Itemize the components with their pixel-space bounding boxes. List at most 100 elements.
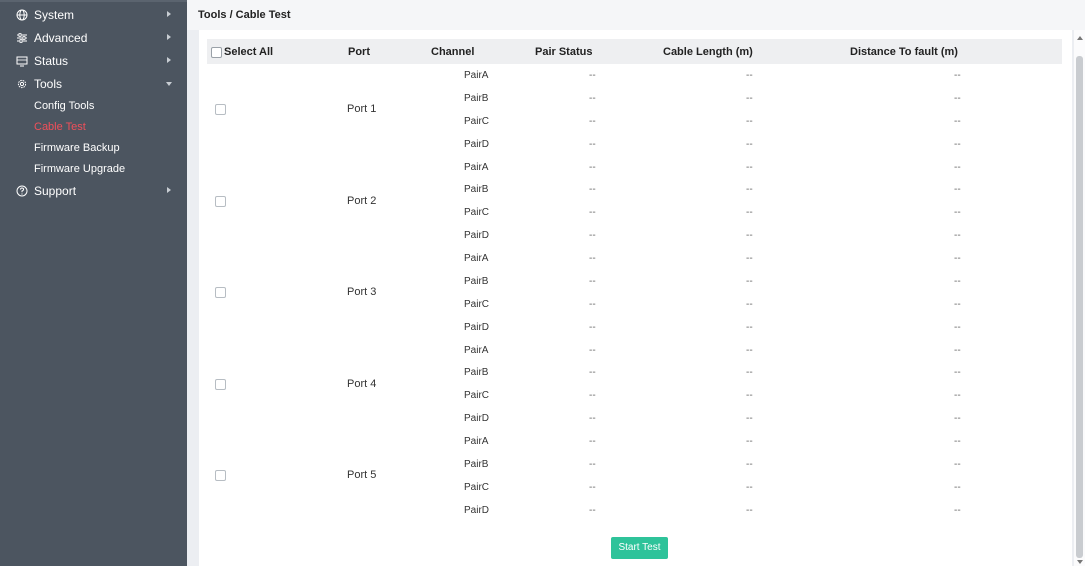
cable-length-cell: --	[746, 436, 753, 447]
scroll-up-arrow-icon[interactable]	[1077, 36, 1083, 40]
distance-to-fault-cell: --	[954, 504, 961, 516]
cable-length-cell: --	[746, 115, 753, 127]
table-body: Port 1 PairA -- -- -- PairB -- -- -- PairC -- -- -- P…	[207, 64, 1062, 522]
table-row: PairD -- -- --	[207, 133, 1062, 156]
distance-to-fault-cell: --	[954, 230, 961, 242]
distance-to-fault-cell: --	[954, 115, 961, 127]
pair-status-cell: --	[589, 207, 596, 219]
table-header: Select All Port Channel Pair Status Cabl…	[207, 39, 1062, 64]
channel-cell: PairB	[464, 275, 489, 287]
cable-length-cell: --	[746, 321, 753, 333]
port-group: Port 5 PairA -- -- -- PairB -- -- -- PairC -- -- -- P…	[207, 430, 1062, 522]
header-port: Port	[348, 46, 370, 58]
pair-status-cell: --	[589, 184, 596, 196]
sidebar-item-label: Support	[34, 183, 77, 198]
table-row: PairB -- -- --	[207, 178, 1062, 201]
channel-cell: PairA	[464, 253, 489, 264]
distance-to-fault-cell: --	[954, 161, 961, 173]
channel-cell: PairD	[464, 321, 490, 333]
table-row: PairD -- -- --	[207, 316, 1062, 339]
distance-to-fault-cell: --	[954, 458, 961, 470]
distance-to-fault-cell: --	[954, 70, 961, 81]
distance-to-fault-cell: --	[954, 390, 961, 402]
port-group: Port 3 PairA -- -- -- PairB -- -- -- PairC -- -- -- P…	[207, 247, 1062, 339]
port-group: Port 2 PairA -- -- -- PairB -- -- -- PairC -- -- -- P…	[207, 156, 1062, 248]
distance-to-fault-cell: --	[954, 184, 961, 196]
vertical-scrollbar[interactable]	[1074, 30, 1085, 566]
header-channel: Channel	[431, 46, 475, 58]
pair-status-cell: --	[589, 253, 596, 264]
pair-status-cell: --	[589, 298, 596, 310]
sidebar-subitem-firmware-backup[interactable]: Firmware Backup	[0, 137, 187, 158]
pair-status-cell: --	[589, 458, 596, 470]
channel-cell: PairC	[464, 115, 490, 127]
sidebar-item-advanced[interactable]: Advanced	[0, 26, 187, 49]
channel-cell: PairB	[464, 184, 489, 196]
start-test-button[interactable]: Start Test	[611, 537, 668, 559]
chevron-down-icon	[166, 82, 172, 86]
cable-length-cell: --	[746, 138, 753, 150]
chevron-right-icon	[167, 11, 171, 17]
breadcrumb: Tools / Cable Test	[187, 0, 1085, 30]
channel-cell: PairA	[464, 161, 489, 173]
pair-status-cell: --	[589, 275, 596, 287]
table-row: PairB -- -- --	[207, 361, 1062, 384]
sidebar-subitem-firmware-upgrade[interactable]: Firmware Upgrade	[0, 158, 187, 179]
distance-to-fault-cell: --	[954, 298, 961, 310]
pair-status-cell: --	[589, 481, 596, 493]
sidebar-item-system[interactable]: System	[0, 3, 187, 26]
sidebar-item-label: System	[34, 7, 75, 22]
select-all-checkbox[interactable]	[211, 46, 222, 58]
distance-to-fault-cell: --	[954, 481, 961, 493]
pair-status-cell: --	[589, 413, 596, 425]
sidebar-item-label: Advanced	[34, 30, 88, 45]
channel-cell: PairD	[464, 413, 490, 425]
table-row: PairD -- -- --	[207, 407, 1062, 430]
cable-length-cell: --	[746, 367, 753, 379]
sidebar-subitem-cable-test[interactable]: Cable Test	[0, 116, 187, 137]
chevron-right-icon	[167, 57, 171, 63]
header-distance-to-fault: Distance To fault (m)	[850, 46, 958, 58]
cable-length-cell: --	[746, 253, 753, 264]
cable-length-cell: --	[746, 481, 753, 493]
scroll-down-arrow-icon[interactable]	[1077, 560, 1083, 564]
sidebar-item-label: Tools	[34, 76, 63, 91]
cable-length-cell: --	[746, 504, 753, 516]
distance-to-fault-cell: --	[954, 413, 961, 425]
pair-status-cell: --	[589, 161, 596, 173]
sidebar-item-status[interactable]: Status	[0, 49, 187, 72]
pair-status-cell: --	[589, 92, 596, 104]
distance-to-fault-cell: --	[954, 138, 961, 150]
pair-status-cell: --	[589, 390, 596, 402]
distance-to-fault-cell: --	[954, 344, 961, 356]
table-row: PairD -- -- --	[207, 224, 1062, 247]
cable-length-cell: --	[746, 298, 753, 310]
table-row: PairA -- -- --	[207, 247, 1062, 270]
select-all[interactable]: Select All	[211, 46, 273, 58]
cable-length-cell: --	[746, 92, 753, 104]
scroll-thumb[interactable]	[1076, 56, 1083, 558]
pair-status-cell: --	[589, 138, 596, 150]
cable-length-cell: --	[746, 413, 753, 425]
table-row: PairB -- -- --	[207, 453, 1062, 476]
sidebar-subitem-label: Firmware Backup	[34, 141, 120, 154]
pair-status-cell: --	[589, 230, 596, 242]
channel-cell: PairD	[464, 138, 490, 150]
gear-icon	[17, 79, 27, 88]
channel-cell: PairA	[464, 344, 489, 356]
cable-length-cell: --	[746, 161, 753, 173]
port-group: Port 1 PairA -- -- -- PairB -- -- -- PairC -- -- -- P…	[207, 64, 1062, 156]
channel-cell: PairB	[464, 367, 489, 379]
sidebar-subitem-label: Config Tools	[34, 99, 95, 112]
table-row: PairA -- -- --	[207, 430, 1062, 453]
sidebar-item-tools[interactable]: Tools	[0, 72, 187, 95]
distance-to-fault-cell: --	[954, 92, 961, 104]
cable-length-cell: --	[746, 275, 753, 287]
chevron-right-icon	[167, 34, 171, 40]
help-circle-icon	[16, 185, 28, 196]
table-row: PairC -- -- --	[207, 110, 1062, 133]
sidebar-subitem-config-tools[interactable]: Config Tools	[0, 95, 187, 116]
sidebar-item-support[interactable]: Support	[0, 179, 187, 202]
channel-cell: PairB	[464, 458, 489, 470]
table-row: PairC -- -- --	[207, 201, 1062, 224]
